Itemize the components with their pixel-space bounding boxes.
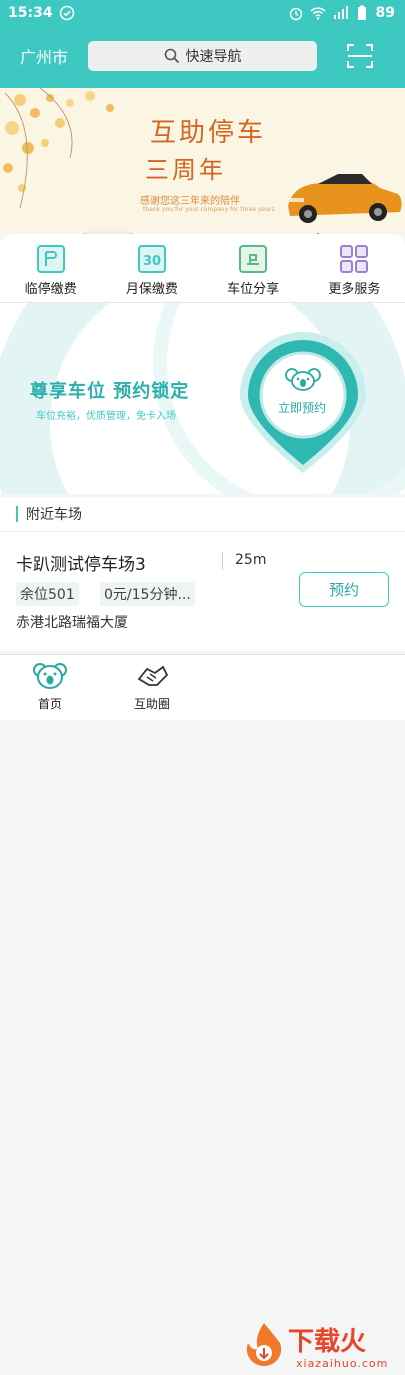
reserve-button[interactable]: 预约 [299,572,389,607]
banner-title-line2: 三周年 [145,156,226,184]
tab-home[interactable]: 首页 [20,661,80,712]
handshake-icon [137,665,169,686]
signal-icon [333,6,348,19]
banner-subtitle: 感谢您这三年来的陪伴 [140,196,240,207]
reservation-promo[interactable]: 尊享车位 预约锁定 车位充裕，优质管理，免卡入场 立即预约 [0,302,405,494]
nearby-header: 附近车场 [0,497,405,531]
top-bar: 广州市 快速导航 [0,26,405,88]
monthly-pass-icon: 30 [137,245,166,273]
search-placeholder: 快速导航 [185,49,242,65]
search-bar[interactable]: 快速导航 [88,41,317,71]
service-monthly-pass[interactable]: 30 月保缴费 [101,234,202,302]
parking-lot-card[interactable]: 卡趴测试停车场3 25m 余位501 0元/15分钟... 赤港北路瑞福大厦 预… [0,531,405,651]
service-label: 更多服务 [328,282,381,297]
divider [222,552,223,570]
space-share-icon [239,245,268,273]
search-icon [164,48,179,64]
service-label: 月保缴费 [125,282,178,297]
service-more[interactable]: 更多服务 [304,234,405,302]
flame-icon [246,1323,282,1366]
status-bar: 15:34 89 [0,0,405,26]
wifi-icon [309,7,326,20]
svg-text:30: 30 [143,254,161,269]
lot-distance: 25m [235,552,267,568]
book-now-button[interactable]: 立即预约 [262,399,342,416]
clock: 15:34 [8,5,53,21]
scan-icon[interactable] [346,42,374,70]
watermark-text: 下载火 [288,1327,367,1357]
section-accent-bar [16,506,18,522]
tab-label: 互助圈 [133,697,170,711]
anniversary-banner[interactable]: P 互助停车 三周年 感谢您这三年来的陪伴 thank you for your… [0,88,405,234]
promo-subtitle: 车位充裕，优质管理，免卡入场 [36,411,176,422]
alarm-icon [289,7,302,21]
service-label: 临停缴费 [24,282,77,297]
available-spaces-badge: 余位501 [16,582,79,606]
koala-home-icon [33,663,67,689]
banner-subtitle-en: thank you for your company for three yea… [143,206,275,213]
bottom-tab-bar: 首页 互助圈 下载火 xiazaihuo.com [0,654,405,1370]
lot-address: 赤港北路瑞福大厦 [16,615,128,631]
lot-name: 卡趴测试停车场3 [16,555,146,575]
watermark-logo: 下载火 xiazaihuo.com [238,1317,405,1375]
service-temporary-parking[interactable]: 临停缴费 [0,234,101,302]
tab-community[interactable]: 互助圈 [122,661,182,712]
banner-title-line1: 互助停车 [150,118,267,148]
watermark-url: xiazaihuo.com [296,1357,389,1370]
nearby-title: 附近车场 [26,507,82,523]
price-badge: 0元/15分钟... [100,582,195,606]
service-label: 车位分享 [227,282,280,297]
tab-label: 首页 [37,697,62,711]
more-services-icon [340,245,369,273]
temporary-parking-icon [36,245,65,273]
promo-title: 尊享车位 预约锁定 [30,381,190,402]
battery-level: 89 [375,5,395,21]
check-circle-icon [59,5,74,21]
battery-icon [357,5,366,20]
city-selector[interactable]: 广州市 [20,44,68,68]
service-space-share[interactable]: 车位分享 [203,234,304,302]
service-grid: 临停缴费 30 月保缴费 车位分享 更多服务 [0,234,405,302]
